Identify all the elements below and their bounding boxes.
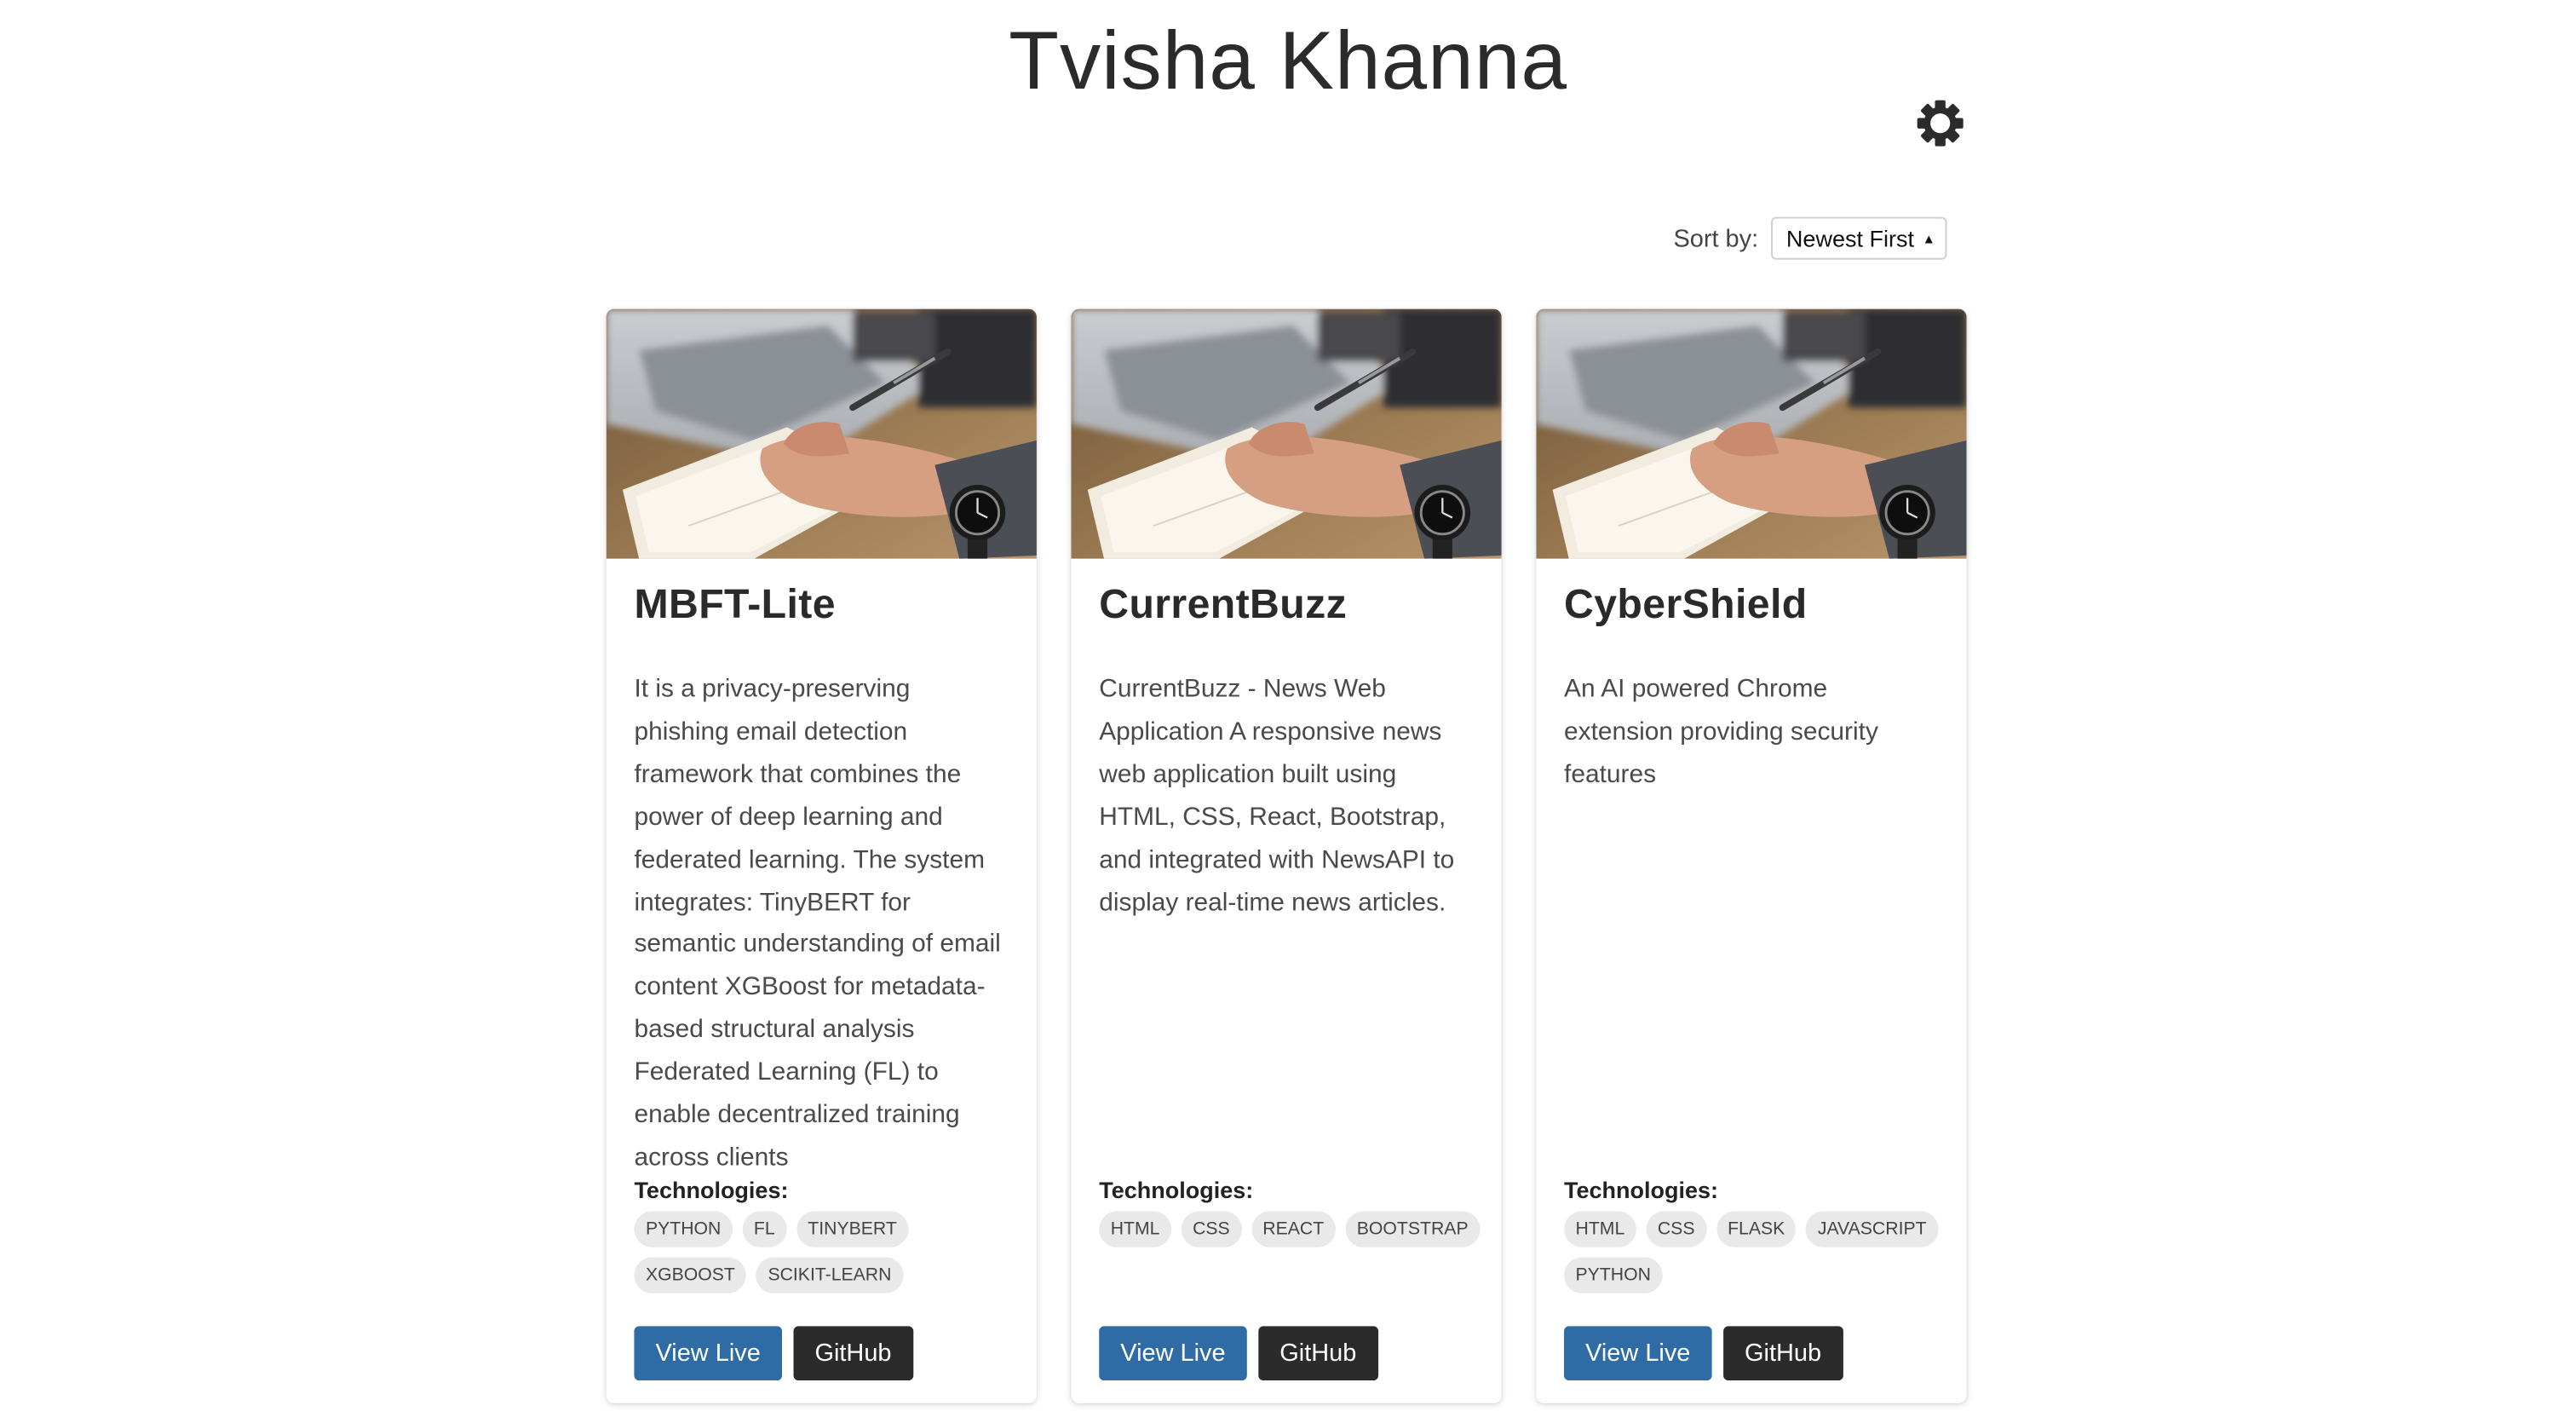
tech-tag: HTML: [1099, 1211, 1172, 1247]
sort-selected-value: Newest First: [1785, 225, 1914, 252]
tech-tag: XGBOOST: [634, 1257, 747, 1293]
tech-tags: HTML CSS FLASK JAVASCRIPT PYTHON: [1564, 1211, 1945, 1293]
project-cards: MBFT-Lite It is a privacy-preserving phi…: [606, 308, 1967, 1404]
project-thumbnail: [606, 308, 1037, 559]
project-description: CurrentBuzz - News Web Application A res…: [1099, 675, 1455, 917]
view-live-button[interactable]: View Live: [634, 1326, 782, 1381]
card-body: CyberShield An AI powered Chrome extensi…: [1536, 559, 1966, 1162]
card-actions: View Live GitHub: [634, 1326, 913, 1381]
card-actions: View Live GitHub: [1099, 1326, 1378, 1381]
project-card: CurrentBuzz CurrentBuzz - News Web Appli…: [1071, 308, 1502, 1404]
sort-bar: Sort by: Newest First ▲: [1673, 216, 1947, 260]
tech-tag: PYTHON: [1564, 1257, 1663, 1293]
github-button[interactable]: GitHub: [793, 1326, 913, 1381]
caret-icon: ▲: [1922, 230, 1935, 246]
tech-tag: FL: [742, 1211, 787, 1247]
gear-icon: [1917, 100, 1964, 147]
project-card: CyberShield An AI powered Chrome extensi…: [1536, 308, 1967, 1404]
card-body: CurrentBuzz CurrentBuzz - News Web Appli…: [1071, 559, 1501, 1162]
tech-tag: TINYBERT: [796, 1211, 909, 1247]
card-actions: View Live GitHub: [1564, 1326, 1843, 1381]
card-body: MBFT-Lite It is a privacy-preserving phi…: [607, 559, 1037, 1172]
project-title: CurrentBuzz: [1099, 581, 1348, 628]
tech-tags: HTML CSS REACT BOOTSTRAP: [1099, 1211, 1481, 1247]
tech-tag: CSS: [1181, 1211, 1242, 1247]
technologies-heading: Technologies:: [1099, 1176, 1254, 1203]
project-description: It is a privacy-preserving phishing emai…: [634, 675, 1001, 1172]
tech-tag: FLASK: [1716, 1211, 1797, 1247]
sort-label: Sort by:: [1673, 224, 1759, 253]
view-live-button[interactable]: View Live: [1564, 1326, 1712, 1381]
project-card: MBFT-Lite It is a privacy-preserving phi…: [606, 308, 1037, 1404]
github-button[interactable]: GitHub: [1722, 1326, 1843, 1381]
tech-tag: CSS: [1646, 1211, 1707, 1247]
tech-tag: SCIKIT-LEARN: [756, 1257, 903, 1293]
technologies-heading: Technologies:: [634, 1176, 789, 1203]
theme-toggle-button[interactable]: [1912, 95, 1969, 152]
tech-tag: REACT: [1251, 1211, 1336, 1247]
project-description: An AI powered Chrome extension providing…: [1564, 675, 1878, 789]
github-button[interactable]: GitHub: [1258, 1326, 1378, 1381]
project-title: MBFT-Lite: [634, 581, 836, 628]
page-title: Tvisha Khanna: [1009, 14, 1567, 107]
tech-tag: PYTHON: [634, 1211, 733, 1247]
tech-tags: PYTHON FL TINYBERT XGBOOST SCIKIT-LEARN: [634, 1211, 1015, 1293]
tech-tag: BOOTSTRAP: [1345, 1211, 1481, 1247]
project-thumbnail: [1071, 308, 1502, 559]
project-thumbnail: [1536, 308, 1967, 559]
tech-tag: HTML: [1564, 1211, 1636, 1247]
portfolio-page: Tvisha Khanna Sort by: Newest First ▲ MB…: [0, 0, 2576, 1420]
tech-tag: JAVASCRIPT: [1806, 1211, 1939, 1247]
sort-select[interactable]: Newest First ▲: [1771, 216, 1947, 260]
project-title: CyberShield: [1564, 581, 1808, 628]
technologies-heading: Technologies:: [1564, 1176, 1719, 1203]
view-live-button[interactable]: View Live: [1099, 1326, 1247, 1381]
